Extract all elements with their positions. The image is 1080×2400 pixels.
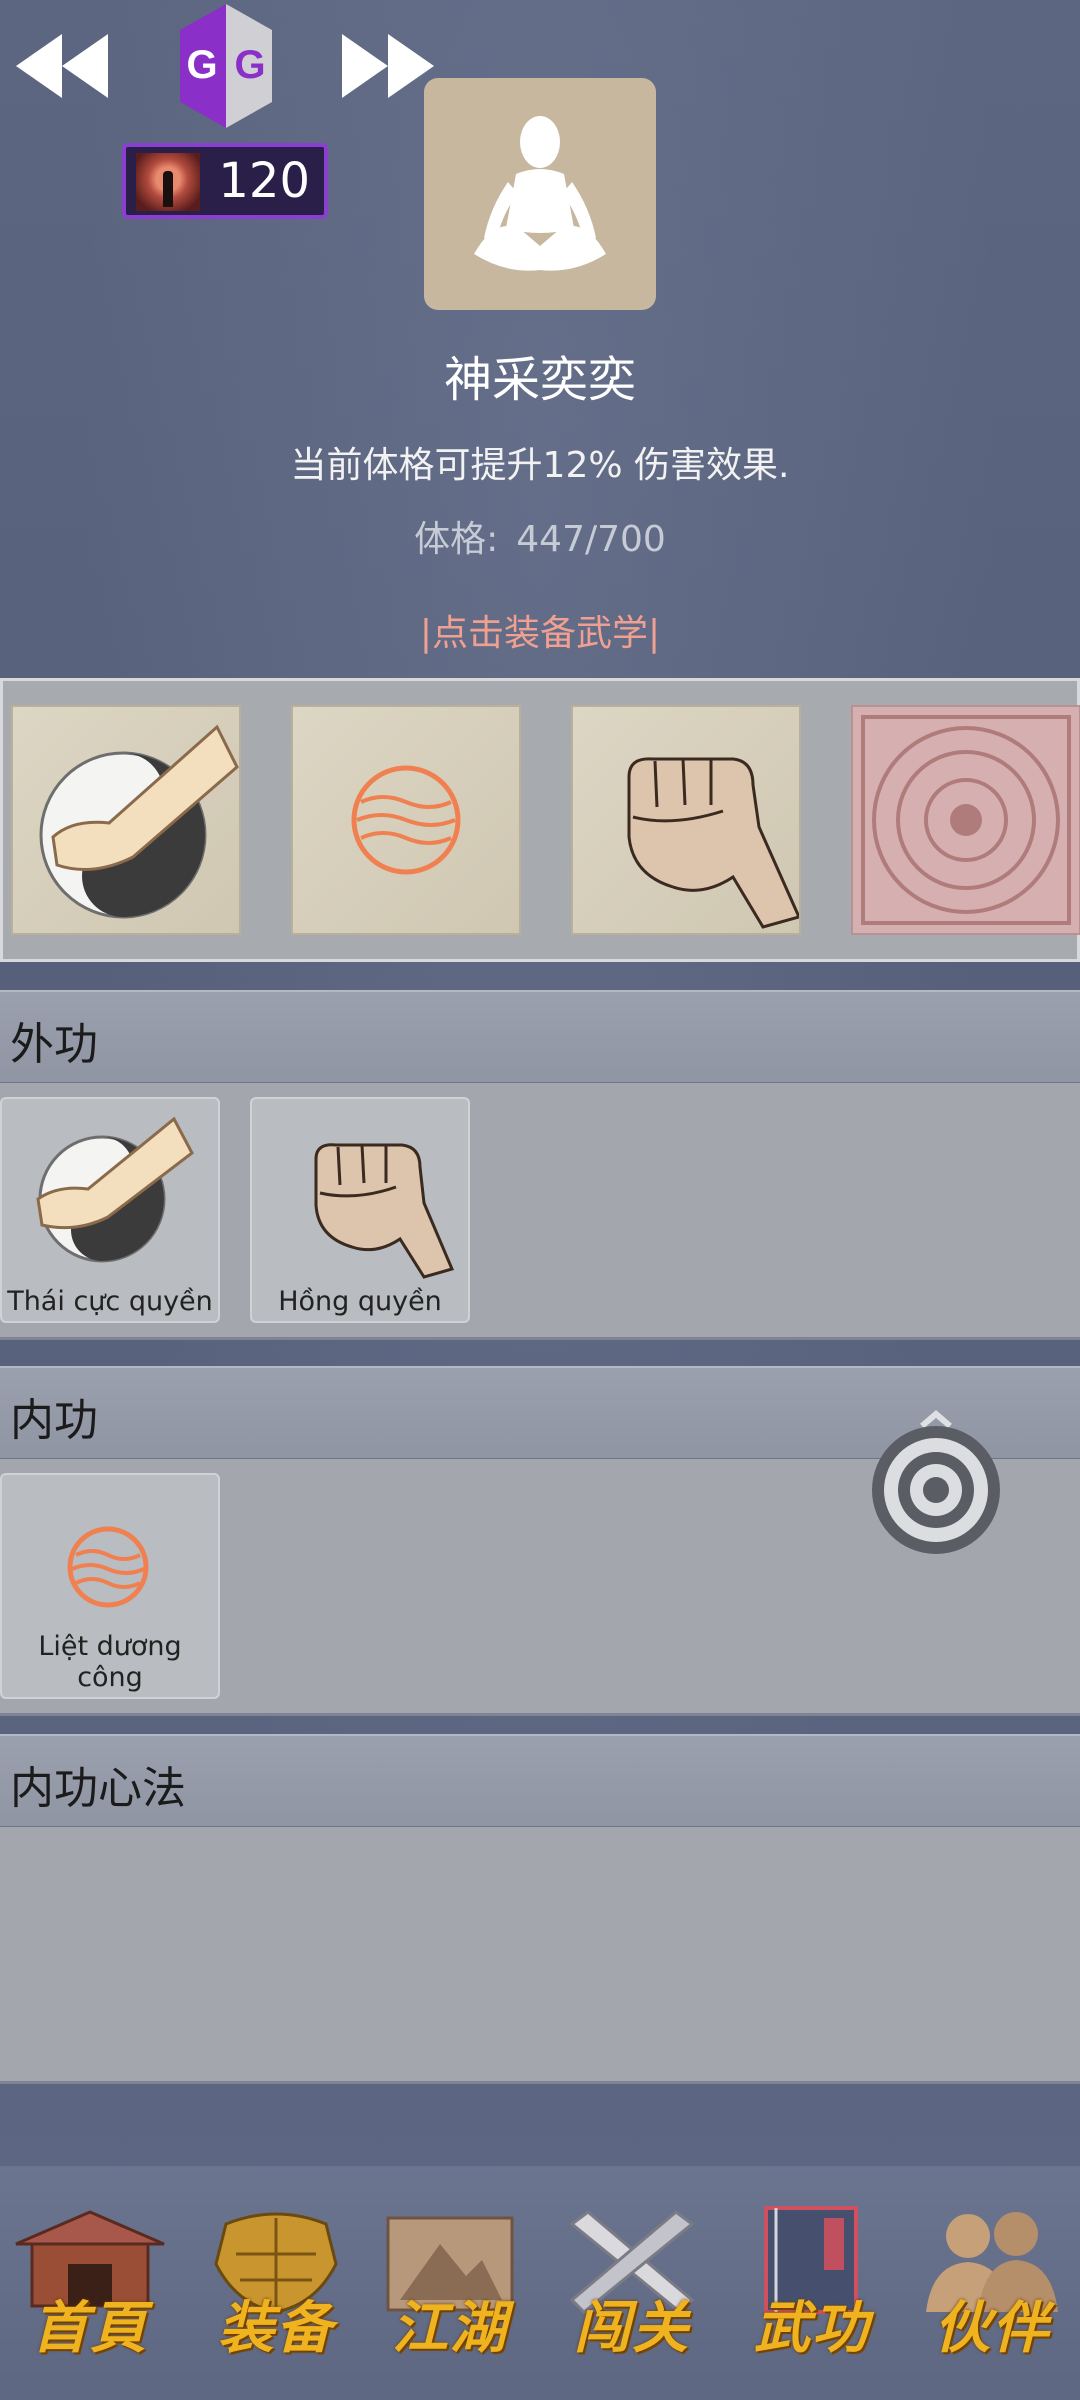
aztec-seal-icon: [861, 715, 1071, 925]
rewind-icon[interactable]: [12, 30, 112, 102]
target-icon[interactable]: [866, 1400, 1006, 1560]
section-body-external: Thái cực quyền Hồng quyền: [0, 1083, 1080, 1340]
nav-item-martial-arts[interactable]: 武功: [732, 2204, 892, 2364]
nav-item-home[interactable]: 首頁: [10, 2204, 170, 2364]
nav-label: 装备: [218, 2295, 334, 2361]
skill-label: Thái cực quyền: [7, 1286, 213, 1317]
nav-item-partners[interactable]: 伙伴: [912, 2204, 1072, 2364]
gg-logo-icon[interactable]: G G: [172, 2, 280, 130]
fire-orb-icon: [351, 765, 461, 875]
skill-card-liet-duong-cong[interactable]: Liệt dương công: [0, 1473, 220, 1699]
nav-label: 武功: [754, 2295, 870, 2361]
equipped-slot-3[interactable]: [571, 705, 802, 935]
physique-stat-value: 447/700: [516, 519, 666, 560]
skill-card-hong-quyen[interactable]: Hồng quyền: [250, 1097, 470, 1323]
nav-item-challenge[interactable]: 闯关: [552, 2204, 712, 2364]
physique-stat-label: 体格:: [414, 519, 499, 560]
fist-icon: [627, 757, 802, 929]
equipped-slot-2[interactable]: [291, 705, 521, 935]
section-header-external: 外功: [0, 990, 1080, 1085]
currency-badge[interactable]: 120: [122, 143, 328, 219]
section-title: 内功心法: [10, 1763, 186, 1814]
physique-stat: 体格: 447/700: [0, 510, 1080, 562]
skill-card-thai-cuc-quyen[interactable]: Thái cực quyền: [0, 1097, 220, 1323]
physique-card[interactable]: [424, 78, 656, 310]
nav-label: 闯关: [574, 2295, 690, 2361]
nav-label: 伙伴: [934, 2295, 1050, 2361]
warrior-avatar-icon: [136, 153, 200, 211]
skill-label: Liệt dương công: [38, 1631, 182, 1693]
section-title: 外功: [10, 1019, 98, 1070]
equip-skill-link[interactable]: |点击装备武学|: [0, 604, 1080, 656]
meditation-figure-icon: [474, 116, 606, 271]
nav-item-jianghu[interactable]: 江湖: [370, 2204, 530, 2364]
bottom-nav-bar: 首頁 装备 江湖 闯关 武功 伙伴: [0, 2166, 1080, 2400]
equipped-slot-1[interactable]: [11, 705, 241, 935]
svg-text:G: G: [234, 43, 265, 87]
skill-label: Hồng quyền: [278, 1286, 442, 1317]
section-header-internal-method: 内功心法: [0, 1734, 1080, 1829]
physique-title: 神采奕奕: [443, 352, 636, 408]
equipped-slot-4[interactable]: [851, 705, 1080, 935]
fist-icon: [314, 1143, 455, 1279]
fast-forward-icon[interactable]: [338, 30, 438, 102]
section-body-internal-method: [0, 1827, 1080, 2084]
nav-item-equipment[interactable]: 装备: [196, 2204, 356, 2364]
tai-chi-fist-icon: [36, 1116, 194, 1263]
currency-amount: 120: [218, 153, 310, 209]
nav-label: 江湖: [392, 2295, 508, 2361]
physique-description: 当前体格可提升12% 伤害效果.: [290, 445, 790, 486]
tai-chi-fist-icon: [39, 724, 239, 919]
nav-label: 首頁: [32, 2295, 148, 2361]
equipped-skills-strip: [0, 678, 1080, 962]
section-title: 内功: [10, 1395, 98, 1446]
svg-text:G: G: [186, 43, 217, 87]
